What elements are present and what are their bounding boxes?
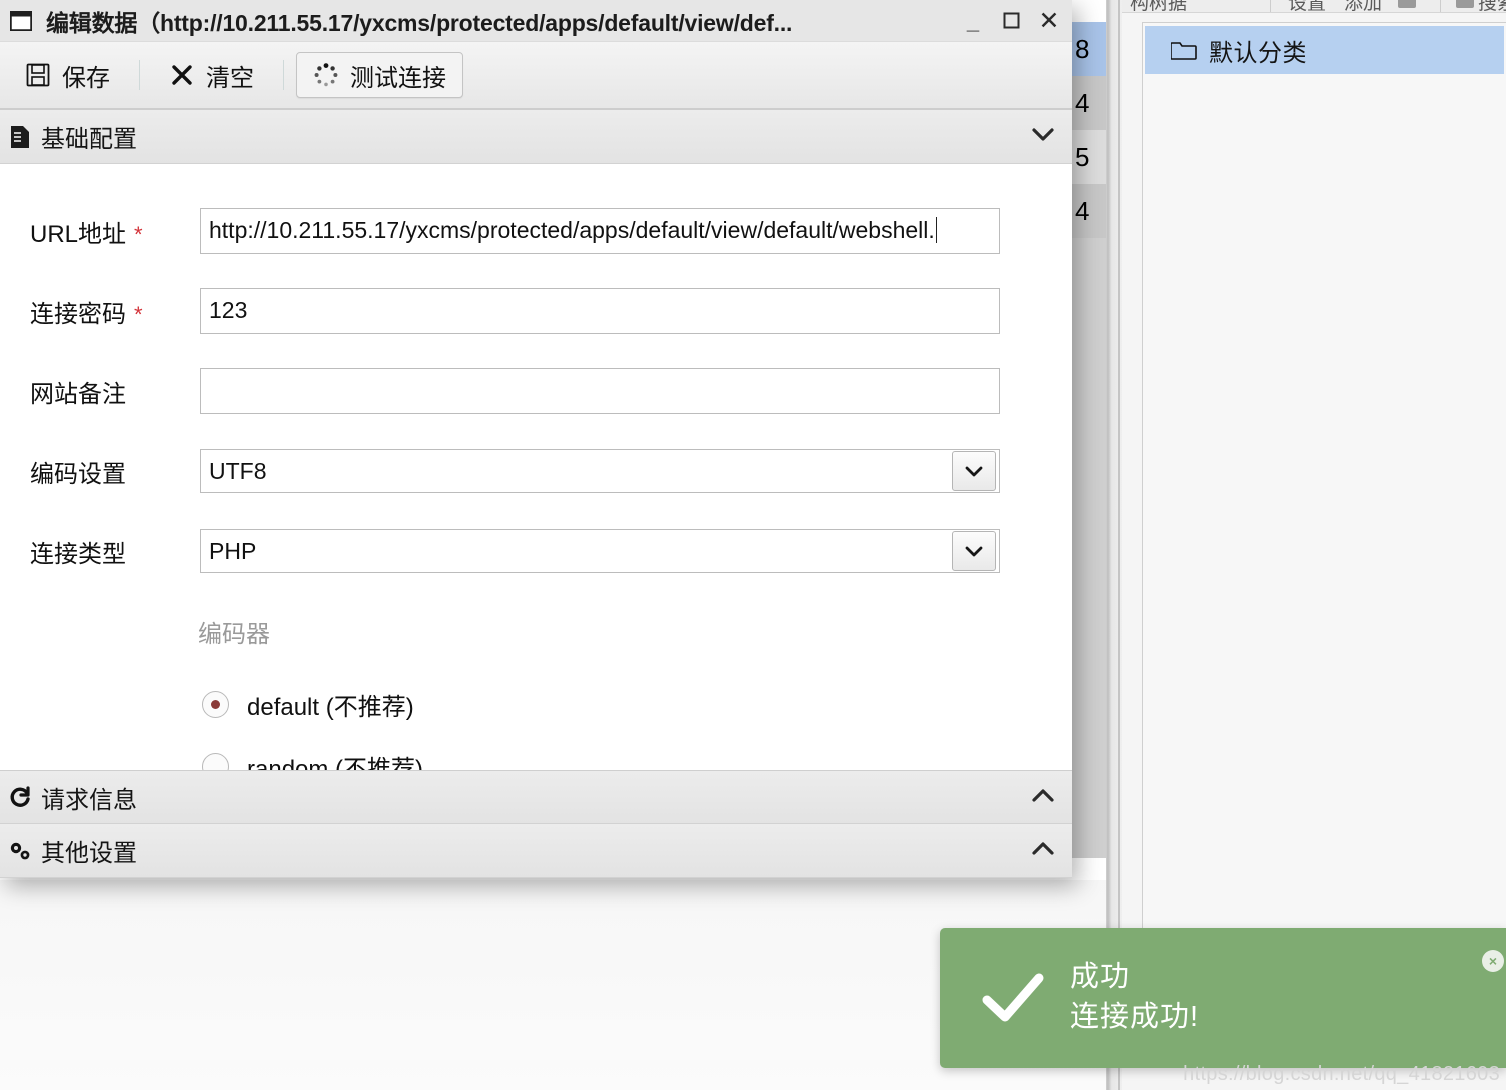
section-title-other-settings: 其他设置 — [41, 840, 137, 867]
delete-icon[interactable] — [1398, 0, 1416, 8]
required-marker: * — [134, 222, 143, 248]
close-button[interactable]: ✕ — [1030, 4, 1068, 38]
dialog-toolbar: 保存 清空 测试连接 — [0, 42, 1072, 110]
category-tree: 默认分类 — [1142, 22, 1506, 1062]
remark-label: 网站备注 — [30, 380, 126, 408]
toolbar-separator — [139, 60, 140, 90]
required-marker: * — [134, 302, 143, 328]
radio-label: default (不推荐) — [247, 693, 414, 721]
remark-input[interactable] — [200, 368, 1000, 414]
pane-splitter-line — [1118, 0, 1120, 1090]
section-title-request-info: 请求信息 — [41, 786, 137, 814]
radio-option-random[interactable]: random (不推荐) — [198, 735, 1072, 770]
toast-text: 成功 连接成功! — [1070, 958, 1199, 1038]
background-data-table: 8 4 5 4 — [1068, 22, 1108, 858]
section-title-basic-config: 基础配置 — [41, 126, 137, 153]
table-empty-area — [1069, 238, 1107, 858]
connection-type-label: 连接类型 — [30, 540, 126, 568]
table-row[interactable]: 4 — [1069, 184, 1107, 238]
tree-item-label: 默认分类 — [1209, 39, 1307, 67]
category-toolbar-label-tree[interactable]: 构树据 — [1130, 0, 1187, 12]
radio-dot — [211, 699, 220, 709]
password-input-value: 123 — [209, 297, 248, 323]
minimize-button[interactable]: _ — [954, 1, 992, 40]
watermark: https://blog.csdn.net/qq_41821603 — [1183, 1063, 1500, 1085]
url-label: URL地址 * — [30, 220, 143, 248]
save-icon — [25, 62, 51, 88]
radio-option-default[interactable]: default (不推荐) — [198, 673, 1072, 735]
chevron-down-icon[interactable] — [952, 531, 996, 571]
encoding-label: 编码设置 — [30, 460, 126, 488]
dialog-title: 编辑数据（http://10.211.55.17/yxcms/protected… — [46, 9, 793, 36]
password-input[interactable]: 123 — [200, 288, 1000, 334]
chevron-up-icon[interactable] — [1032, 839, 1054, 862]
category-toolbar-label-search[interactable]: 搜索 — [1478, 0, 1506, 12]
form-row-password: 连接密码 * 123 — [0, 280, 1072, 342]
save-button[interactable]: 保存 — [8, 52, 127, 98]
test-connection-label: 测试连接 — [350, 64, 446, 92]
basic-config-body: URL地址 * http://10.211.55.17/yxcms/protect… — [0, 164, 1072, 770]
section-header-basic-config[interactable]: 基础配置 — [0, 110, 1072, 164]
toast-message: 连接成功! — [1070, 1001, 1200, 1033]
document-icon — [8, 124, 32, 150]
text-caret — [935, 217, 937, 243]
connection-type-select[interactable]: PHP — [200, 529, 1000, 573]
clear-button[interactable]: 清空 — [152, 52, 271, 98]
encoding-select[interactable]: UTF8 — [200, 449, 1000, 493]
toolbar-separator — [1440, 0, 1441, 12]
connection-type-select-value: PHP — [209, 537, 257, 564]
folder-icon — [1171, 40, 1197, 60]
edit-data-dialog: 编辑数据（http://10.211.55.17/yxcms/protected… — [0, 0, 1072, 878]
form-row-encoding: 编码设置 UTF8 — [0, 440, 1072, 502]
dialog-titlebar[interactable]: 编辑数据（http://10.211.55.17/yxcms/protected… — [0, 0, 1072, 42]
table-row[interactable]: 8 — [1069, 22, 1107, 76]
window-icon — [9, 9, 33, 32]
search-icon[interactable] — [1456, 0, 1474, 8]
chevron-up-icon[interactable] — [1032, 786, 1054, 809]
encoding-select-value: UTF8 — [209, 457, 267, 484]
section-header-other-settings[interactable]: 其他设置 — [0, 824, 1072, 878]
password-label: 连接密码 * — [30, 300, 143, 328]
spinner-icon — [313, 62, 339, 88]
tree-item-default-category[interactable]: 默认分类 — [1145, 26, 1504, 74]
check-icon — [982, 970, 1044, 1026]
url-input[interactable]: http://10.211.55.17/yxcms/protected/apps… — [200, 208, 1000, 254]
save-button-label: 保存 — [62, 64, 110, 92]
category-toolbar[interactable]: 构树据 设置 添加 搜索 — [1122, 0, 1506, 13]
table-row[interactable]: 4 — [1069, 76, 1107, 130]
category-toolbar-label-add[interactable]: 添加 — [1344, 0, 1382, 12]
success-toast: 成功 连接成功! × — [940, 928, 1506, 1068]
encoder-group: 编码器 default (不推荐) random (不推荐) base64 — [0, 614, 1072, 770]
table-row[interactable]: 5 — [1069, 130, 1107, 184]
radio-button-selected[interactable] — [202, 690, 229, 718]
toolbar-separator — [283, 60, 284, 90]
maximize-icon — [1003, 12, 1019, 29]
toast-close-button[interactable]: × — [1482, 950, 1504, 972]
chevron-down-icon[interactable] — [1032, 125, 1054, 148]
gears-icon — [8, 838, 32, 864]
form-row-connection-type: 连接类型 PHP — [0, 520, 1072, 582]
toast-title: 成功 — [1070, 961, 1131, 993]
form-row-remark: 网站备注 — [0, 360, 1072, 422]
radio-button[interactable] — [202, 752, 229, 770]
refresh-icon — [8, 784, 32, 810]
radio-label: random (不推荐) — [247, 755, 424, 771]
section-header-request-info[interactable]: 请求信息 — [0, 770, 1072, 824]
category-pane: 构树据 设置 添加 搜索 默认分类 — [1122, 0, 1506, 1090]
clear-button-label: 清空 — [206, 64, 254, 92]
test-connection-button[interactable]: 测试连接 — [296, 52, 463, 98]
form-row-url: URL地址 * http://10.211.55.17/yxcms/protect… — [0, 200, 1072, 262]
close-x-icon — [169, 62, 195, 88]
chevron-down-icon[interactable] — [952, 451, 996, 491]
category-toolbar-label-settings[interactable]: 设置 — [1288, 0, 1326, 12]
encoder-group-title: 编码器 — [198, 621, 270, 648]
url-input-value: http://10.211.55.17/yxcms/protected/apps… — [209, 217, 935, 243]
toolbar-separator — [1270, 0, 1271, 12]
maximize-button[interactable] — [992, 4, 1030, 38]
